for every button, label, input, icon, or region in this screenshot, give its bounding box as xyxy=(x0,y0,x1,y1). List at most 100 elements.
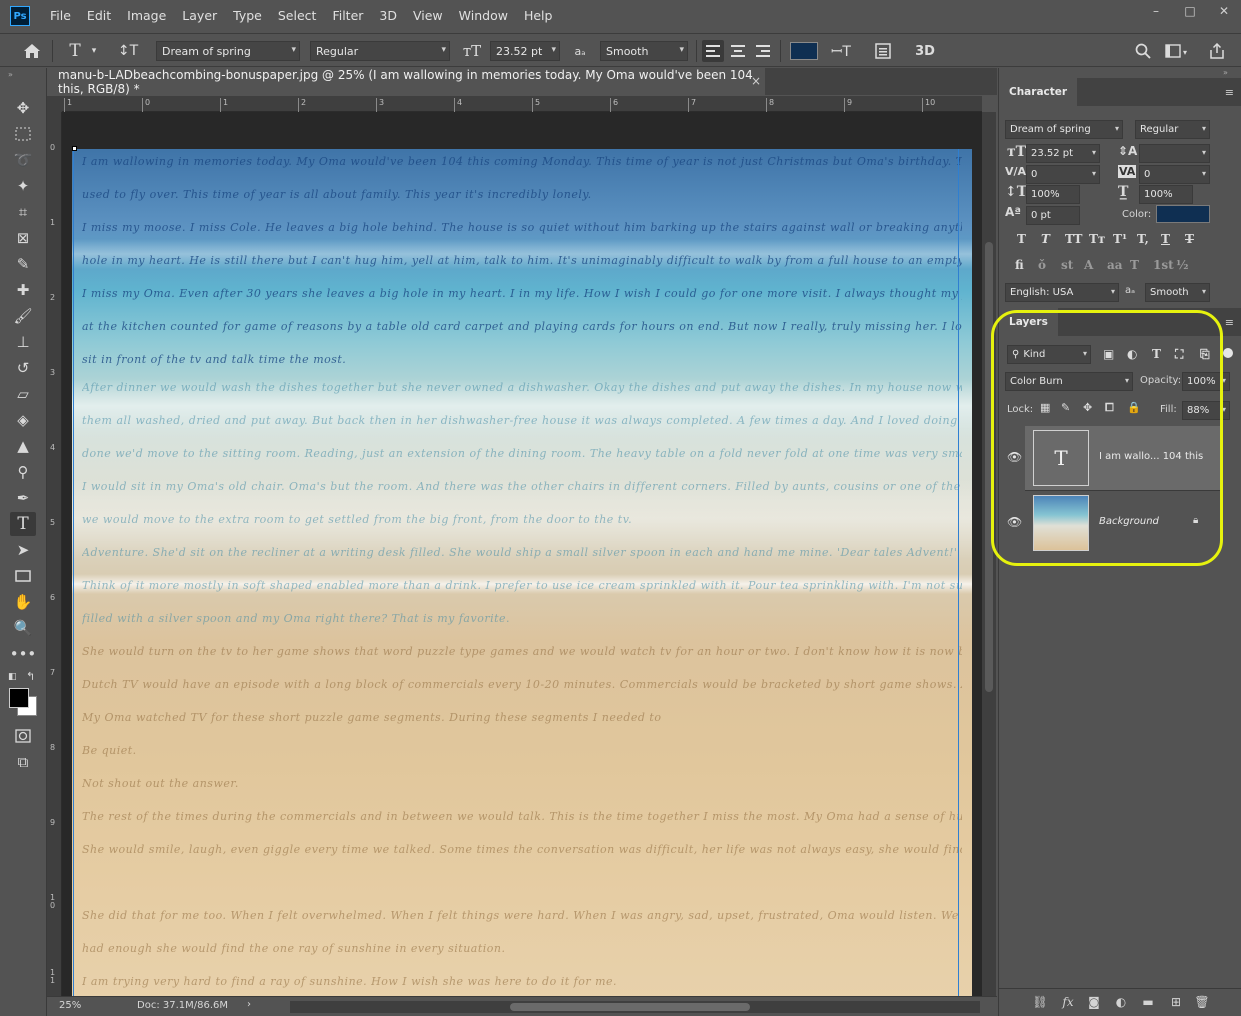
canvas-area[interactable]: I am wallowing in memories today. My Oma… xyxy=(62,112,982,996)
type-tool-preset-icon[interactable]: T xyxy=(64,40,86,62)
marquee-tool-icon[interactable] xyxy=(10,122,36,146)
visibility-eye-icon[interactable]: 👁 xyxy=(1007,450,1022,464)
paint-bucket-tool-icon[interactable]: ◈ xyxy=(10,408,36,432)
share-icon[interactable] xyxy=(1206,40,1228,62)
fill-input[interactable]: 88% ▾ xyxy=(1182,401,1230,420)
collapse-panels-icon[interactable]: » xyxy=(1223,68,1228,77)
opentype-button[interactable]: T xyxy=(1130,258,1139,272)
font-style-button[interactable]: T xyxy=(1017,232,1026,246)
baseline-shift-input[interactable]: 0 pt xyxy=(1026,206,1080,225)
zoom-tool-icon[interactable]: 🔍 xyxy=(10,616,36,640)
move-tool-icon[interactable]: ✥ xyxy=(10,96,36,120)
foreground-color-swatch[interactable] xyxy=(9,688,29,708)
filter-toggle[interactable] xyxy=(1223,348,1233,358)
visibility-eye-icon[interactable]: 👁 xyxy=(1007,515,1022,529)
healing-brush-tool-icon[interactable]: ✚ xyxy=(10,278,36,302)
font-style-button[interactable]: T, xyxy=(1137,232,1149,246)
font-style-button[interactable]: Tт xyxy=(1089,232,1105,246)
type-tool-icon[interactable]: T xyxy=(10,512,36,536)
warp-text-icon[interactable]: ꟷT xyxy=(830,40,852,62)
blend-mode-select[interactable]: Color Burn ▾ xyxy=(1005,372,1133,391)
opentype-button[interactable]: fi xyxy=(1015,258,1024,272)
kerning-select[interactable]: 0 ▾ xyxy=(1026,165,1100,184)
fx-icon[interactable]: fx xyxy=(1059,995,1077,1011)
opentype-button[interactable]: aa xyxy=(1107,258,1123,272)
menu-image[interactable]: Image xyxy=(119,0,174,32)
default-colors-icon[interactable]: ◧ xyxy=(8,672,17,682)
vertical-scale-input[interactable]: 100% xyxy=(1026,185,1080,204)
dodge-tool-icon[interactable]: ⚲ xyxy=(10,460,36,484)
antialias-select[interactable]: Smooth ▾ xyxy=(600,41,688,61)
language-select[interactable]: English: USA ▾ xyxy=(1005,283,1119,302)
eyedropper-tool-icon[interactable]: ✎ xyxy=(10,252,36,276)
more-tools-icon[interactable]: ••• xyxy=(10,642,37,666)
crop-tool-icon[interactable]: ⌗ xyxy=(10,200,36,224)
menu-view[interactable]: View xyxy=(405,0,451,32)
document-canvas[interactable]: I am wallowing in memories today. My Oma… xyxy=(72,149,972,996)
opacity-input[interactable]: 100% ▾ xyxy=(1182,372,1230,391)
toggle-orientation-icon[interactable]: ↕T xyxy=(116,40,140,62)
opentype-button[interactable]: 1st xyxy=(1153,258,1174,272)
horizontal-scrollbar[interactable] xyxy=(290,1001,980,1013)
lock-pixels-icon[interactable]: ✎ xyxy=(1061,401,1070,414)
align-center-icon[interactable] xyxy=(727,40,749,62)
chevron-down-icon[interactable]: ▾ xyxy=(88,40,100,62)
close-document-icon[interactable]: × xyxy=(747,72,765,90)
zoom-level[interactable]: 25% xyxy=(59,1000,81,1011)
character-font-size-select[interactable]: 23.52 pt ▾ xyxy=(1026,144,1100,163)
vertical-scroll-thumb[interactable] xyxy=(985,242,993,692)
vertical-scrollbar[interactable] xyxy=(982,112,996,996)
link-icon[interactable]: ⛓ xyxy=(1031,995,1049,1011)
search-icon[interactable] xyxy=(1132,40,1154,62)
character-antialias-select[interactable]: Smooth ▾ xyxy=(1145,283,1210,302)
menu-edit[interactable]: Edit xyxy=(79,0,119,32)
font-style-button[interactable]: TT xyxy=(1065,232,1082,246)
character-font-family-select[interactable]: Dream of spring ▾ xyxy=(1005,120,1123,139)
layer-filter-select[interactable]: ⚲ Kind ▾ xyxy=(1007,345,1091,364)
menu-file[interactable]: File xyxy=(42,0,79,32)
text-color-swatch[interactable] xyxy=(790,42,818,60)
close-window-button[interactable]: ✕ xyxy=(1207,0,1241,22)
opentype-button[interactable]: A xyxy=(1084,258,1093,272)
horizontal-scroll-thumb[interactable] xyxy=(510,1003,750,1011)
menu-help[interactable]: Help xyxy=(516,0,561,32)
align-right-icon[interactable] xyxy=(752,40,774,62)
tab-character[interactable]: Character xyxy=(999,78,1078,106)
opentype-button[interactable]: ǒ xyxy=(1038,258,1046,272)
workspace-icon[interactable]: ▾ xyxy=(1162,40,1192,62)
home-icon[interactable] xyxy=(20,40,44,62)
character-panel-menu-icon[interactable]: ≡ xyxy=(1225,86,1234,99)
document-tab[interactable]: manu-b-LADbeachcombing-bonuspaper.jpg @ … xyxy=(47,68,765,96)
filter-shape-icon[interactable]: ⛶ xyxy=(1175,347,1183,362)
filter-adjustment-icon[interactable]: ◐ xyxy=(1127,347,1137,361)
lock-artboard-icon[interactable]: ⧠ xyxy=(1105,401,1114,415)
layer-name[interactable]: Background xyxy=(1099,516,1159,527)
filter-smart-object-icon[interactable]: ⎘ xyxy=(1200,347,1210,362)
trash-icon[interactable]: 🗑 xyxy=(1193,995,1211,1011)
layers-panel-menu-icon[interactable]: ≡ xyxy=(1225,316,1234,329)
menu-window[interactable]: Window xyxy=(451,0,516,32)
rectangle-tool-icon[interactable] xyxy=(10,564,36,588)
swap-colors-icon[interactable]: ↰ xyxy=(26,670,35,683)
menu-select[interactable]: Select xyxy=(270,0,325,32)
text-box-handle[interactable] xyxy=(72,146,77,151)
tab-layers[interactable]: Layers xyxy=(999,308,1058,336)
photoshop-logo-icon[interactable]: Ps xyxy=(10,6,30,26)
horizontal-scale-input[interactable]: 100% xyxy=(1139,185,1193,204)
magic-wand-tool-icon[interactable]: ✦ xyxy=(10,174,36,198)
quick-mask-icon[interactable] xyxy=(10,724,36,748)
3d-button[interactable]: 3D xyxy=(912,40,938,62)
menu-3d[interactable]: 3D xyxy=(371,0,405,32)
vertical-ruler[interactable]: 0 1 2 3 4 5 6 7 8 9 1 0 1 1 xyxy=(47,112,62,996)
brush-tool-icon[interactable]: 🖌 xyxy=(10,304,36,328)
filter-pixel-icon[interactable]: ▣ xyxy=(1103,347,1114,361)
status-menu-icon[interactable]: › xyxy=(247,999,251,1010)
lock-position-icon[interactable]: ✥ xyxy=(1083,401,1092,414)
collapse-icon[interactable]: » xyxy=(8,70,13,79)
lock-all-icon[interactable]: 🔒 xyxy=(1127,401,1141,414)
tracking-select[interactable]: 0 ▾ xyxy=(1139,165,1210,184)
lock-transparent-icon[interactable]: ▦ xyxy=(1040,401,1050,414)
clone-stamp-tool-icon[interactable]: ⊥ xyxy=(10,330,36,354)
font-style-button[interactable]: T xyxy=(1041,232,1050,246)
font-style-button[interactable]: T xyxy=(1185,232,1194,246)
